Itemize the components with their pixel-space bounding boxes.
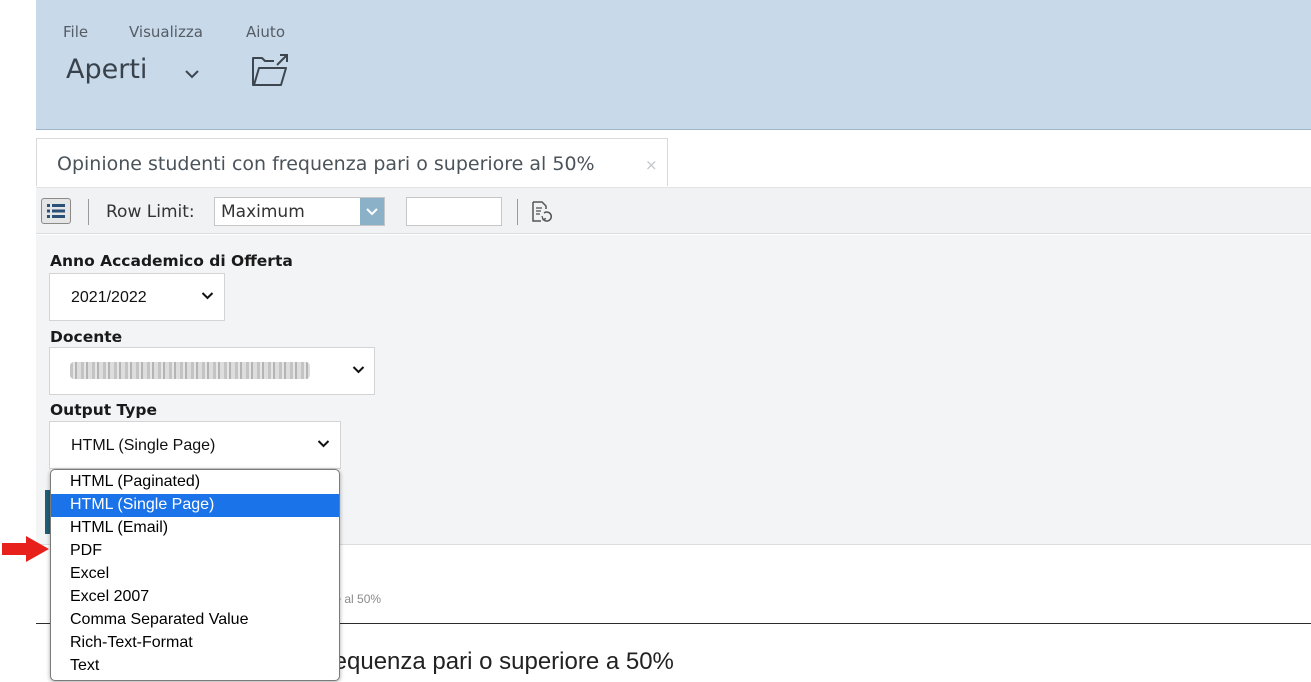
- row-limit-value: Maximum: [221, 202, 305, 222]
- toolbar-divider: [88, 199, 89, 225]
- toolbar-divider: [517, 199, 518, 225]
- chevron-down-icon: [366, 208, 378, 216]
- document-refresh-icon[interactable]: [530, 200, 554, 224]
- output-type-label: Output Type: [50, 401, 158, 419]
- app-header: File Visualizza Aiuto Aperti: [36, 0, 1311, 130]
- tab-label: Opinione studenti con frequenza pari o s…: [57, 153, 595, 175]
- academic-year-value: 2021/2022: [71, 289, 147, 306]
- list-view-button[interactable]: [41, 198, 71, 224]
- teacher-select[interactable]: [49, 347, 375, 395]
- chevron-down-icon[interactable]: [184, 68, 200, 80]
- option-excel[interactable]: Excel: [51, 563, 339, 586]
- academic-year-select[interactable]: 2021/2022: [49, 273, 225, 321]
- tab-strip: Opinione studenti con frequenza pari o s…: [36, 130, 1311, 187]
- option-rtf[interactable]: Rich-Text-Format: [51, 632, 339, 655]
- row-limit-input[interactable]: [406, 197, 502, 226]
- folder-open-icon[interactable]: [250, 52, 290, 88]
- output-type-select[interactable]: HTML (Single Page): [49, 421, 341, 469]
- redacted-teacher-name: [70, 362, 310, 379]
- tab-report[interactable]: Opinione studenti con frequenza pari o s…: [36, 138, 668, 186]
- menu-file[interactable]: File: [63, 23, 88, 41]
- option-text[interactable]: Text: [51, 655, 339, 678]
- row-limit-label: Row Limit:: [106, 202, 195, 222]
- output-type-dropdown-list: HTML (Paginated) HTML (Single Page) HTML…: [50, 469, 340, 681]
- output-type-value: HTML (Single Page): [71, 437, 216, 454]
- option-html-paginated[interactable]: HTML (Paginated): [51, 471, 339, 494]
- teacher-label: Docente: [50, 328, 123, 346]
- option-excel-2007[interactable]: Excel 2007: [51, 586, 339, 609]
- option-csv[interactable]: Comma Separated Value: [51, 609, 339, 632]
- open-documents-label[interactable]: Aperti: [66, 54, 147, 85]
- list-icon: [47, 204, 65, 218]
- menu-visualizza[interactable]: Visualizza: [129, 23, 203, 41]
- academic-year-label: Anno Accademico di Offerta: [50, 252, 293, 270]
- red-arrow-icon: [2, 536, 49, 562]
- chevron-down-icon: [317, 440, 330, 448]
- close-icon[interactable]: ×: [645, 156, 658, 174]
- menu-aiuto[interactable]: Aiuto: [246, 23, 285, 41]
- report-toolbar: Row Limit: Maximum: [36, 187, 1311, 234]
- option-html-email[interactable]: HTML (Email): [51, 517, 339, 540]
- option-pdf[interactable]: PDF: [51, 540, 339, 563]
- row-limit-select[interactable]: Maximum: [214, 197, 385, 226]
- chevron-down-icon: [352, 366, 365, 374]
- option-html-single-page[interactable]: HTML (Single Page): [51, 494, 339, 517]
- chevron-down-icon: [201, 292, 214, 300]
- row-limit-dropdown-button[interactable]: [360, 198, 384, 225]
